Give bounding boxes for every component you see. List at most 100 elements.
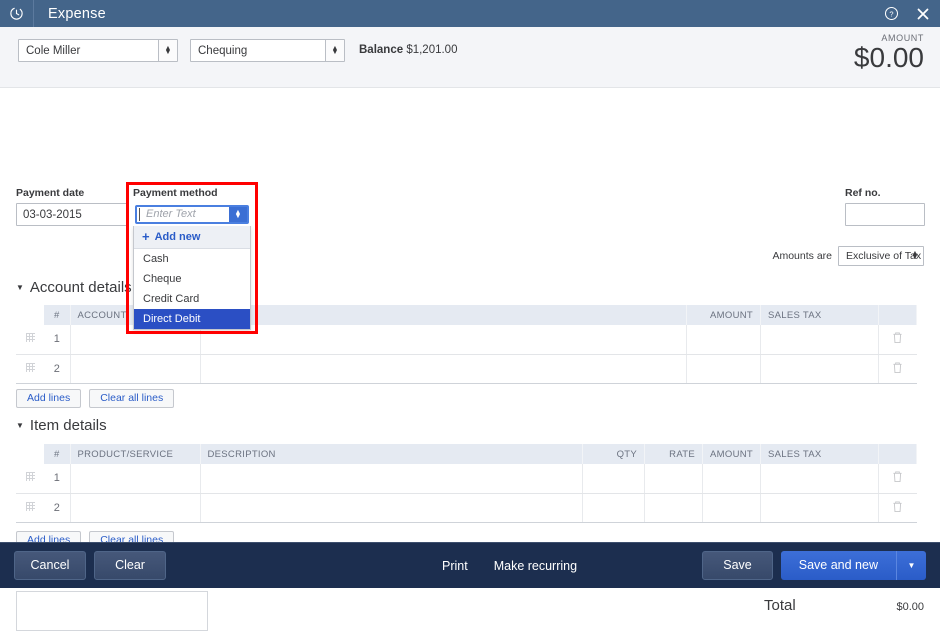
save-button[interactable]: Save bbox=[702, 551, 773, 580]
delete-row-button[interactable] bbox=[879, 325, 917, 354]
cell-amount[interactable] bbox=[703, 493, 761, 522]
trash-icon bbox=[892, 470, 903, 483]
cell-product-service[interactable] bbox=[70, 464, 200, 493]
drag-handle-icon[interactable] bbox=[26, 472, 35, 481]
column-amount: AMOUNT bbox=[703, 444, 761, 464]
cell-product-service[interactable] bbox=[70, 493, 200, 522]
column-delete bbox=[879, 444, 917, 464]
payment-date-label: Payment date bbox=[16, 187, 128, 199]
payment-method-input-inner[interactable]: Enter Text ▲▼ bbox=[135, 205, 249, 224]
table-row[interactable]: 2 bbox=[16, 493, 917, 522]
column-drag bbox=[16, 444, 44, 464]
footer-toolbar: Cancel Clear Print Make recurring Save S… bbox=[0, 542, 940, 588]
add-lines-button[interactable]: Add lines bbox=[16, 389, 81, 408]
row-number: 2 bbox=[44, 493, 70, 522]
chevron-down-icon[interactable]: ▼ bbox=[896, 551, 926, 580]
recurring-clock-icon bbox=[0, 0, 34, 27]
column-product-service: PRODUCT/SERVICE bbox=[70, 444, 200, 464]
row-number: 1 bbox=[44, 464, 70, 493]
drag-handle-icon[interactable] bbox=[26, 502, 35, 511]
chevron-updown-icon: ▲▼ bbox=[907, 247, 923, 265]
payment-method-input[interactable]: Enter Text bbox=[139, 208, 196, 221]
chevron-updown-icon[interactable]: ▲▼ bbox=[229, 207, 247, 222]
cell-account[interactable] bbox=[70, 354, 200, 383]
delete-row-button[interactable] bbox=[879, 493, 917, 522]
footer-center-links: Print Make recurring bbox=[442, 559, 603, 573]
cell-sales-tax[interactable] bbox=[761, 354, 879, 383]
delete-row-button[interactable] bbox=[879, 354, 917, 383]
caret-down-icon: ▼ bbox=[16, 418, 24, 433]
payment-date-input[interactable]: 03-03-2015 bbox=[16, 203, 128, 226]
amounts-are-select[interactable]: Exclusive of Tax ▲▼ bbox=[838, 246, 924, 266]
account-details-section-header[interactable]: ▼ Account details bbox=[16, 279, 132, 296]
clear-button[interactable]: Clear bbox=[94, 551, 166, 580]
cell-description[interactable] bbox=[200, 493, 583, 522]
column-amount: AMOUNT bbox=[687, 305, 761, 325]
total-label: Total bbox=[764, 597, 796, 614]
drag-handle-icon[interactable] bbox=[26, 333, 35, 342]
cell-amount[interactable] bbox=[687, 325, 761, 354]
row-drag-handle[interactable] bbox=[16, 325, 44, 354]
svg-text:?: ? bbox=[889, 10, 893, 19]
payment-method-label: Payment method bbox=[133, 187, 251, 199]
payment-date-field: Payment date 03-03-2015 bbox=[16, 187, 128, 226]
account-details-title: Account details bbox=[30, 279, 132, 296]
ref-no-input[interactable] bbox=[845, 203, 925, 226]
total-amount-display: AMOUNT $0.00 bbox=[854, 33, 924, 73]
cell-description[interactable] bbox=[200, 464, 583, 493]
ref-no-label: Ref no. bbox=[845, 187, 925, 199]
payee-select[interactable]: Cole Miller ▲▼ bbox=[18, 39, 178, 62]
save-and-new-button[interactable]: Save and new bbox=[781, 551, 896, 580]
cell-amount[interactable] bbox=[703, 464, 761, 493]
cell-account-wide[interactable] bbox=[200, 325, 687, 354]
print-button[interactable]: Print bbox=[442, 559, 468, 573]
footer-right-actions: Save Save and new ▼ bbox=[702, 551, 926, 580]
memo-input[interactable] bbox=[16, 591, 208, 631]
table-row[interactable]: 1 bbox=[16, 464, 917, 493]
balance-value: $1,201.00 bbox=[406, 44, 457, 56]
payment-method-dropdown[interactable]: + Add new Cash Cheque Credit Card Direct… bbox=[133, 226, 251, 330]
table-header-row: # PRODUCT/SERVICE DESCRIPTION QTY RATE A… bbox=[16, 444, 917, 464]
payment-method-combo[interactable]: Enter Text ▲▼ bbox=[133, 203, 251, 226]
column-sales-tax: SALES TAX bbox=[761, 444, 879, 464]
row-drag-handle[interactable] bbox=[16, 354, 44, 383]
cell-rate[interactable] bbox=[645, 464, 703, 493]
make-recurring-button[interactable]: Make recurring bbox=[494, 559, 577, 573]
column-sales-tax: SALES TAX bbox=[761, 305, 879, 325]
bank-account-select[interactable]: Chequing ▲▼ bbox=[190, 39, 345, 62]
cell-amount[interactable] bbox=[687, 354, 761, 383]
row-drag-handle[interactable] bbox=[16, 493, 44, 522]
cell-qty[interactable] bbox=[583, 464, 645, 493]
trash-icon bbox=[892, 331, 903, 344]
help-icon[interactable]: ? bbox=[876, 0, 906, 27]
cell-sales-tax[interactable] bbox=[761, 325, 879, 354]
payee-account-strip: Cole Miller ▲▼ Chequing ▲▼ Balance $1,20… bbox=[0, 27, 940, 88]
total-value: $0.00 bbox=[896, 601, 924, 613]
cancel-button[interactable]: Cancel bbox=[14, 551, 86, 580]
chevron-updown-icon: ▲▼ bbox=[325, 40, 344, 61]
table-row[interactable]: 2 bbox=[16, 354, 917, 383]
dropdown-add-new[interactable]: + Add new bbox=[134, 226, 250, 249]
dropdown-option-credit-card[interactable]: Credit Card bbox=[134, 289, 250, 309]
dropdown-option-cheque[interactable]: Cheque bbox=[134, 269, 250, 289]
drag-handle-icon[interactable] bbox=[26, 363, 35, 372]
cell-sales-tax[interactable] bbox=[761, 493, 879, 522]
delete-row-button[interactable] bbox=[879, 464, 917, 493]
dropdown-option-cash[interactable]: Cash bbox=[134, 249, 250, 269]
payment-method-field: Payment method Enter Text ▲▼ + Add new C… bbox=[133, 187, 251, 330]
payee-select-value: Cole Miller bbox=[26, 45, 80, 57]
cell-account-wide[interactable] bbox=[200, 354, 687, 383]
expense-form-body: Payment date 03-03-2015 Ref no. Amounts … bbox=[0, 88, 940, 537]
trash-icon bbox=[892, 361, 903, 374]
plus-icon: + bbox=[142, 232, 150, 242]
dropdown-option-direct-debit[interactable]: Direct Debit bbox=[134, 309, 250, 329]
row-drag-handle[interactable] bbox=[16, 464, 44, 493]
account-details-line-buttons: Add lines Clear all lines bbox=[16, 389, 174, 408]
item-details-section-header[interactable]: ▼ Item details bbox=[16, 417, 107, 434]
cell-qty[interactable] bbox=[583, 493, 645, 522]
cell-rate[interactable] bbox=[645, 493, 703, 522]
close-icon[interactable] bbox=[906, 0, 940, 27]
clear-all-lines-button[interactable]: Clear all lines bbox=[89, 389, 174, 408]
column-delete bbox=[879, 305, 917, 325]
cell-sales-tax[interactable] bbox=[761, 464, 879, 493]
